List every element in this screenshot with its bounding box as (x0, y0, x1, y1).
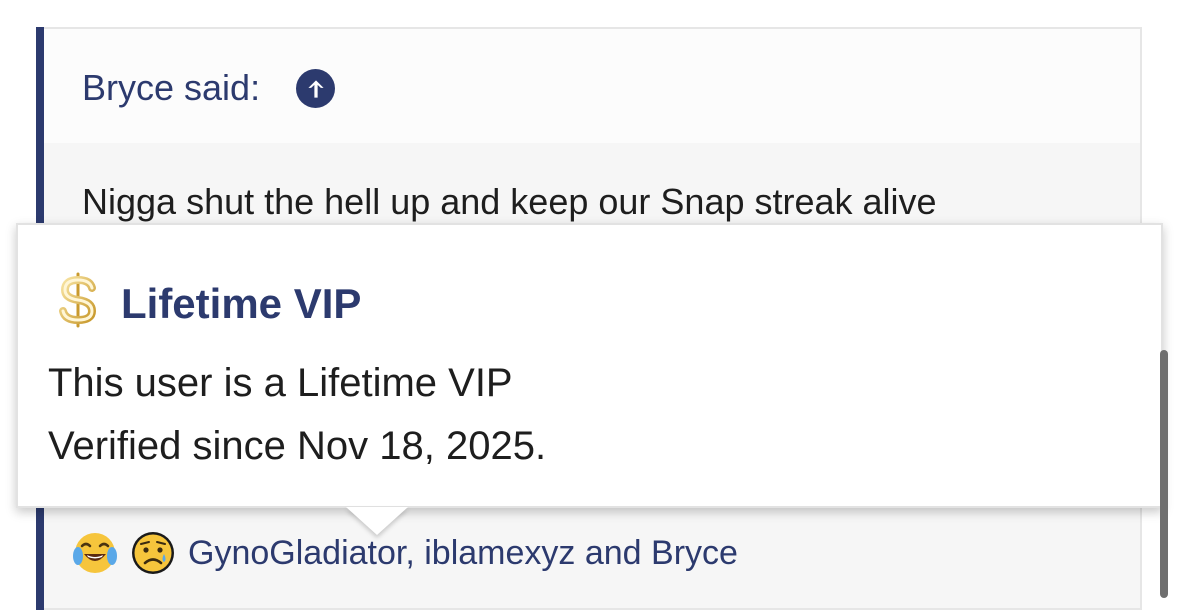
tooltip-pointer (346, 507, 408, 535)
scrollbar-thumb[interactable] (1160, 350, 1168, 598)
reactions-bar[interactable]: GynoGladiator, iblamexyz and Bryce (72, 530, 738, 576)
dollar-sign-icon (59, 272, 97, 328)
reactions-users-list[interactable]: GynoGladiator, iblamexyz and Bryce (188, 530, 738, 576)
tooltip-description: This user is a Lifetime VIP (48, 361, 513, 405)
jump-to-quote-arrow-up-icon[interactable] (296, 69, 335, 108)
tooltip-verified-date: Verified since Nov 18, 2025. (48, 424, 547, 468)
laughing-crying-emoji-icon (73, 533, 117, 573)
tooltip-title: Lifetime VIP (121, 280, 362, 327)
quote-author-link[interactable]: Bryce said: (82, 68, 260, 108)
sad-emoji-icon (132, 532, 174, 574)
quote-text: Nigga shut the hell up and keep our Snap… (82, 181, 937, 222)
